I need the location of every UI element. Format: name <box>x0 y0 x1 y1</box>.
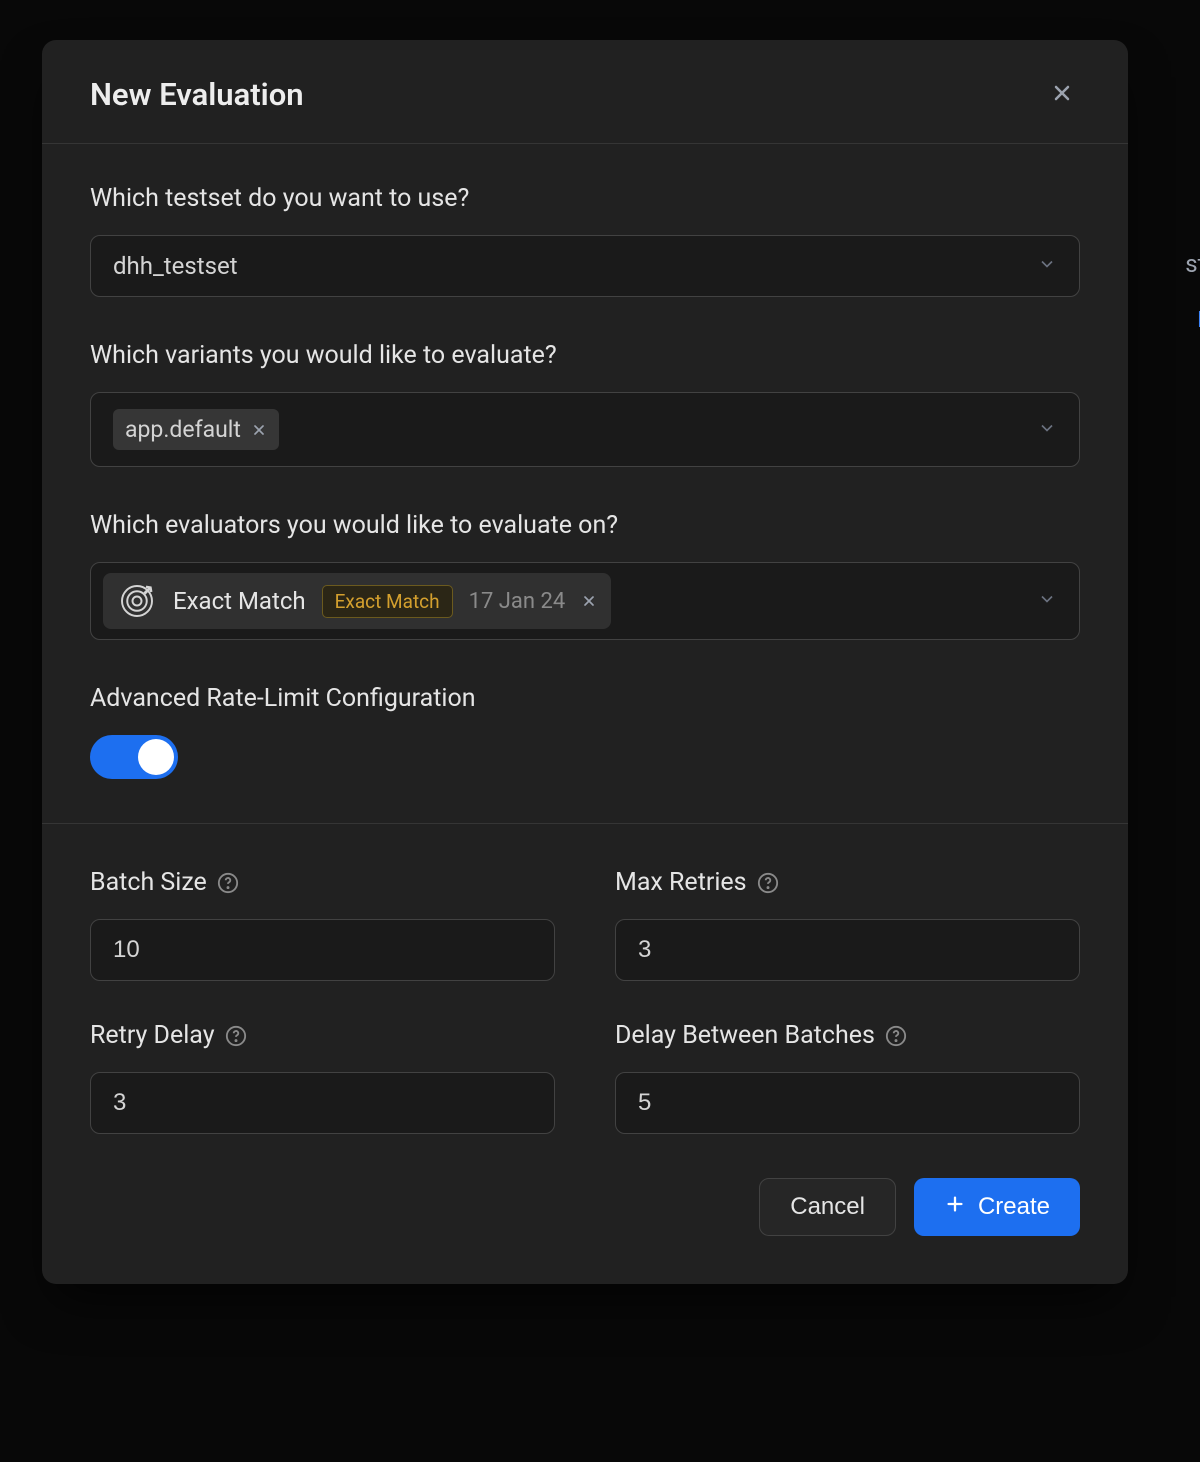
help-icon[interactable] <box>217 872 239 894</box>
evaluators-label: Which evaluators you would like to evalu… <box>90 511 1080 540</box>
evaluators-select[interactable]: Exact Match Exact Match 17 Jan 24 <box>90 562 1080 640</box>
testset-group: Which testset do you want to use? dhh_te… <box>90 184 1080 297</box>
max-retries-label-row: Max Retries <box>615 868 1080 897</box>
close-button[interactable] <box>1044 77 1080 113</box>
modal-header: New Evaluation <box>42 40 1128 144</box>
retry-delay-group: Retry Delay <box>90 1021 555 1134</box>
toggle-knob <box>138 739 174 775</box>
rate-limit-toggle[interactable] <box>90 735 178 779</box>
modal-body: Which testset do you want to use? dhh_te… <box>42 144 1128 1134</box>
variant-tag-remove[interactable] <box>251 422 267 438</box>
batch-size-label: Batch Size <box>90 868 207 897</box>
retry-delay-label: Retry Delay <box>90 1021 215 1050</box>
backdrop-fragment-1: stom <box>1185 250 1200 278</box>
modal-footer: Cancel Create <box>42 1134 1128 1284</box>
rate-limit-grid: Batch Size Max Retries <box>90 824 1080 1134</box>
batch-size-input[interactable] <box>90 919 555 981</box>
chevron-down-icon <box>1037 589 1057 613</box>
cancel-button[interactable]: Cancel <box>759 1178 896 1236</box>
evaluator-date: 17 Jan 24 <box>469 589 566 614</box>
rate-limit-title: Advanced Rate-Limit Configuration <box>90 684 1080 713</box>
new-evaluation-modal: New Evaluation Which testset do you want… <box>42 40 1128 1284</box>
retry-delay-label-row: Retry Delay <box>90 1021 555 1050</box>
target-icon <box>117 581 157 621</box>
help-icon[interactable] <box>885 1025 907 1047</box>
variants-select[interactable]: app.default <box>90 392 1080 467</box>
evaluator-tag: Exact Match Exact Match 17 Jan 24 <box>103 573 611 629</box>
create-button-label: Create <box>978 1193 1050 1221</box>
help-icon[interactable] <box>757 872 779 894</box>
delay-batches-group: Delay Between Batches <box>615 1021 1080 1134</box>
testset-label: Which testset do you want to use? <box>90 184 1080 213</box>
delay-batches-label-row: Delay Between Batches <box>615 1021 1080 1050</box>
close-icon <box>1050 81 1074 109</box>
batch-size-label-row: Batch Size <box>90 868 555 897</box>
max-retries-group: Max Retries <box>615 868 1080 981</box>
create-button[interactable]: Create <box>914 1178 1080 1236</box>
retry-delay-input[interactable] <box>90 1072 555 1134</box>
evaluator-tag-remove[interactable] <box>581 593 597 609</box>
delay-batches-label: Delay Between Batches <box>615 1021 875 1050</box>
delay-batches-input[interactable] <box>615 1072 1080 1134</box>
max-retries-input[interactable] <box>615 919 1080 981</box>
evaluator-badge: Exact Match <box>322 585 453 618</box>
help-icon[interactable] <box>225 1025 247 1047</box>
evaluators-group: Which evaluators you would like to evalu… <box>90 511 1080 640</box>
chevron-down-icon <box>1037 254 1057 278</box>
batch-size-group: Batch Size <box>90 868 555 981</box>
variant-tag: app.default <box>113 409 279 450</box>
chevron-down-icon <box>1037 418 1057 442</box>
variants-label: Which variants you would like to evaluat… <box>90 341 1080 370</box>
modal-title: New Evaluation <box>90 76 304 113</box>
max-retries-label: Max Retries <box>615 868 747 897</box>
variants-group: Which variants you would like to evaluat… <box>90 341 1080 467</box>
testset-select[interactable]: dhh_testset <box>90 235 1080 297</box>
plus-icon <box>944 1193 966 1222</box>
rate-limit-section: Advanced Rate-Limit Configuration <box>90 684 1080 779</box>
testset-value: dhh_testset <box>113 252 238 280</box>
evaluator-name: Exact Match <box>173 587 306 615</box>
variant-tag-label: app.default <box>125 416 241 443</box>
